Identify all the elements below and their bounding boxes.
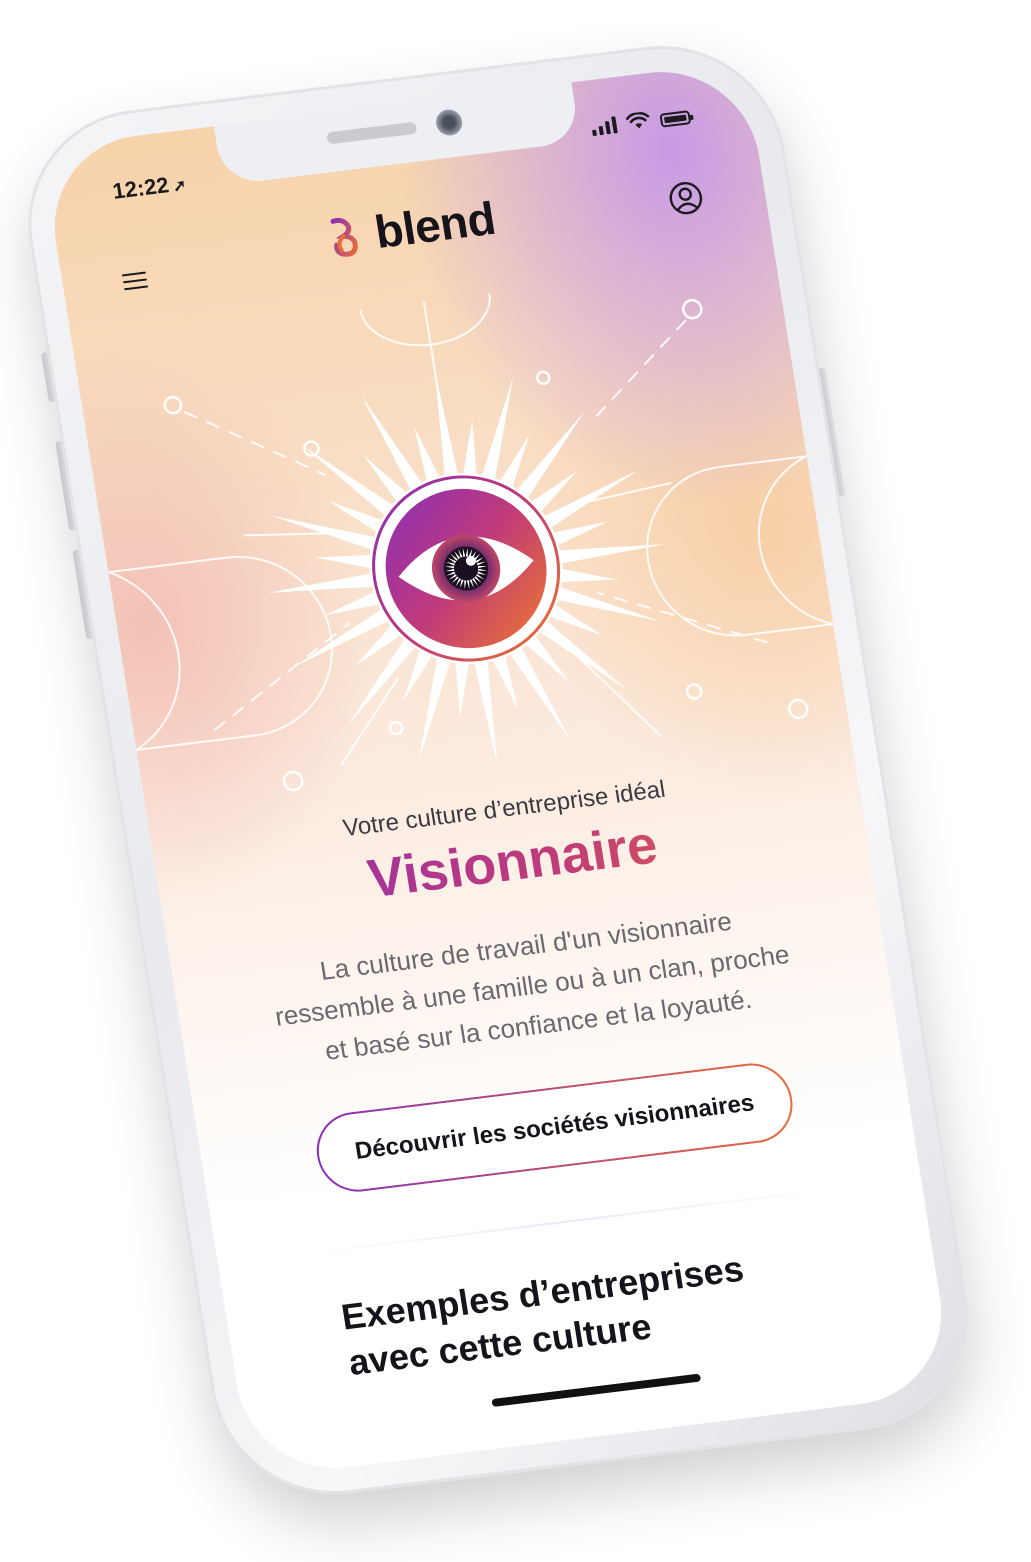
sunburst-ray <box>455 662 469 718</box>
sunburst-ray <box>414 426 440 482</box>
battery-level <box>663 114 687 124</box>
sunburst-ray <box>434 370 458 476</box>
sunburst-ray <box>463 419 477 475</box>
sunburst-ray <box>267 573 374 593</box>
hamburger-menu-icon[interactable] <box>121 271 149 296</box>
phone-device: 12:22➚ blend Votre culture d’entreprise … <box>11 32 985 1508</box>
blend-logo-mark-icon <box>330 217 358 257</box>
sunburst-ray <box>481 376 514 480</box>
sunburst-ray <box>474 661 498 767</box>
sunburst-ray <box>543 470 638 528</box>
location-arrow-icon: ➚ <box>171 177 188 196</box>
sunburst-ray <box>270 515 376 550</box>
hero-illustration <box>69 239 853 839</box>
status-time-text: 12:22 <box>110 172 171 204</box>
status-time: 12:22➚ <box>111 170 188 205</box>
battery-icon <box>659 110 692 128</box>
sunburst-ray <box>361 395 423 490</box>
user-account-icon[interactable] <box>666 179 705 217</box>
wifi-icon <box>626 111 650 129</box>
culture-description: La culture de travail d'un visionnaire r… <box>272 905 792 1066</box>
status-indicators <box>590 106 692 137</box>
sunburst-ray <box>492 655 519 711</box>
sunburst-ray <box>510 647 572 742</box>
discover-companies-button[interactable]: Découvrir les sociétés visionnaires <box>311 1058 799 1197</box>
sunburst-ray <box>294 609 389 667</box>
sunburst-ray <box>557 587 662 622</box>
home-indicator[interactable] <box>491 1373 702 1408</box>
sunburst-ray <box>561 568 617 583</box>
phone-screen: 12:22➚ blend Votre culture d’entreprise … <box>40 61 956 1479</box>
examples-section-title: Exemples d’entreprises avec cette cultur… <box>338 1247 747 1383</box>
cellular-signal-icon <box>590 115 618 137</box>
result-content: Votre culture d’entreprise idéal Visionn… <box>150 753 942 1400</box>
sunburst-ray <box>315 554 372 569</box>
sunburst-ray <box>553 521 608 546</box>
brand-logo[interactable]: blend <box>325 191 499 265</box>
sunburst-ray <box>559 544 665 564</box>
front-camera <box>434 108 465 137</box>
stage: 12:22➚ blend Votre culture d’entreprise … <box>0 0 1031 1562</box>
speaker-grille <box>326 121 418 145</box>
sunburst-ray <box>418 657 451 761</box>
visionary-illustration <box>107 293 834 792</box>
brand-name: blend <box>371 191 499 258</box>
sunburst-ray <box>324 591 379 616</box>
